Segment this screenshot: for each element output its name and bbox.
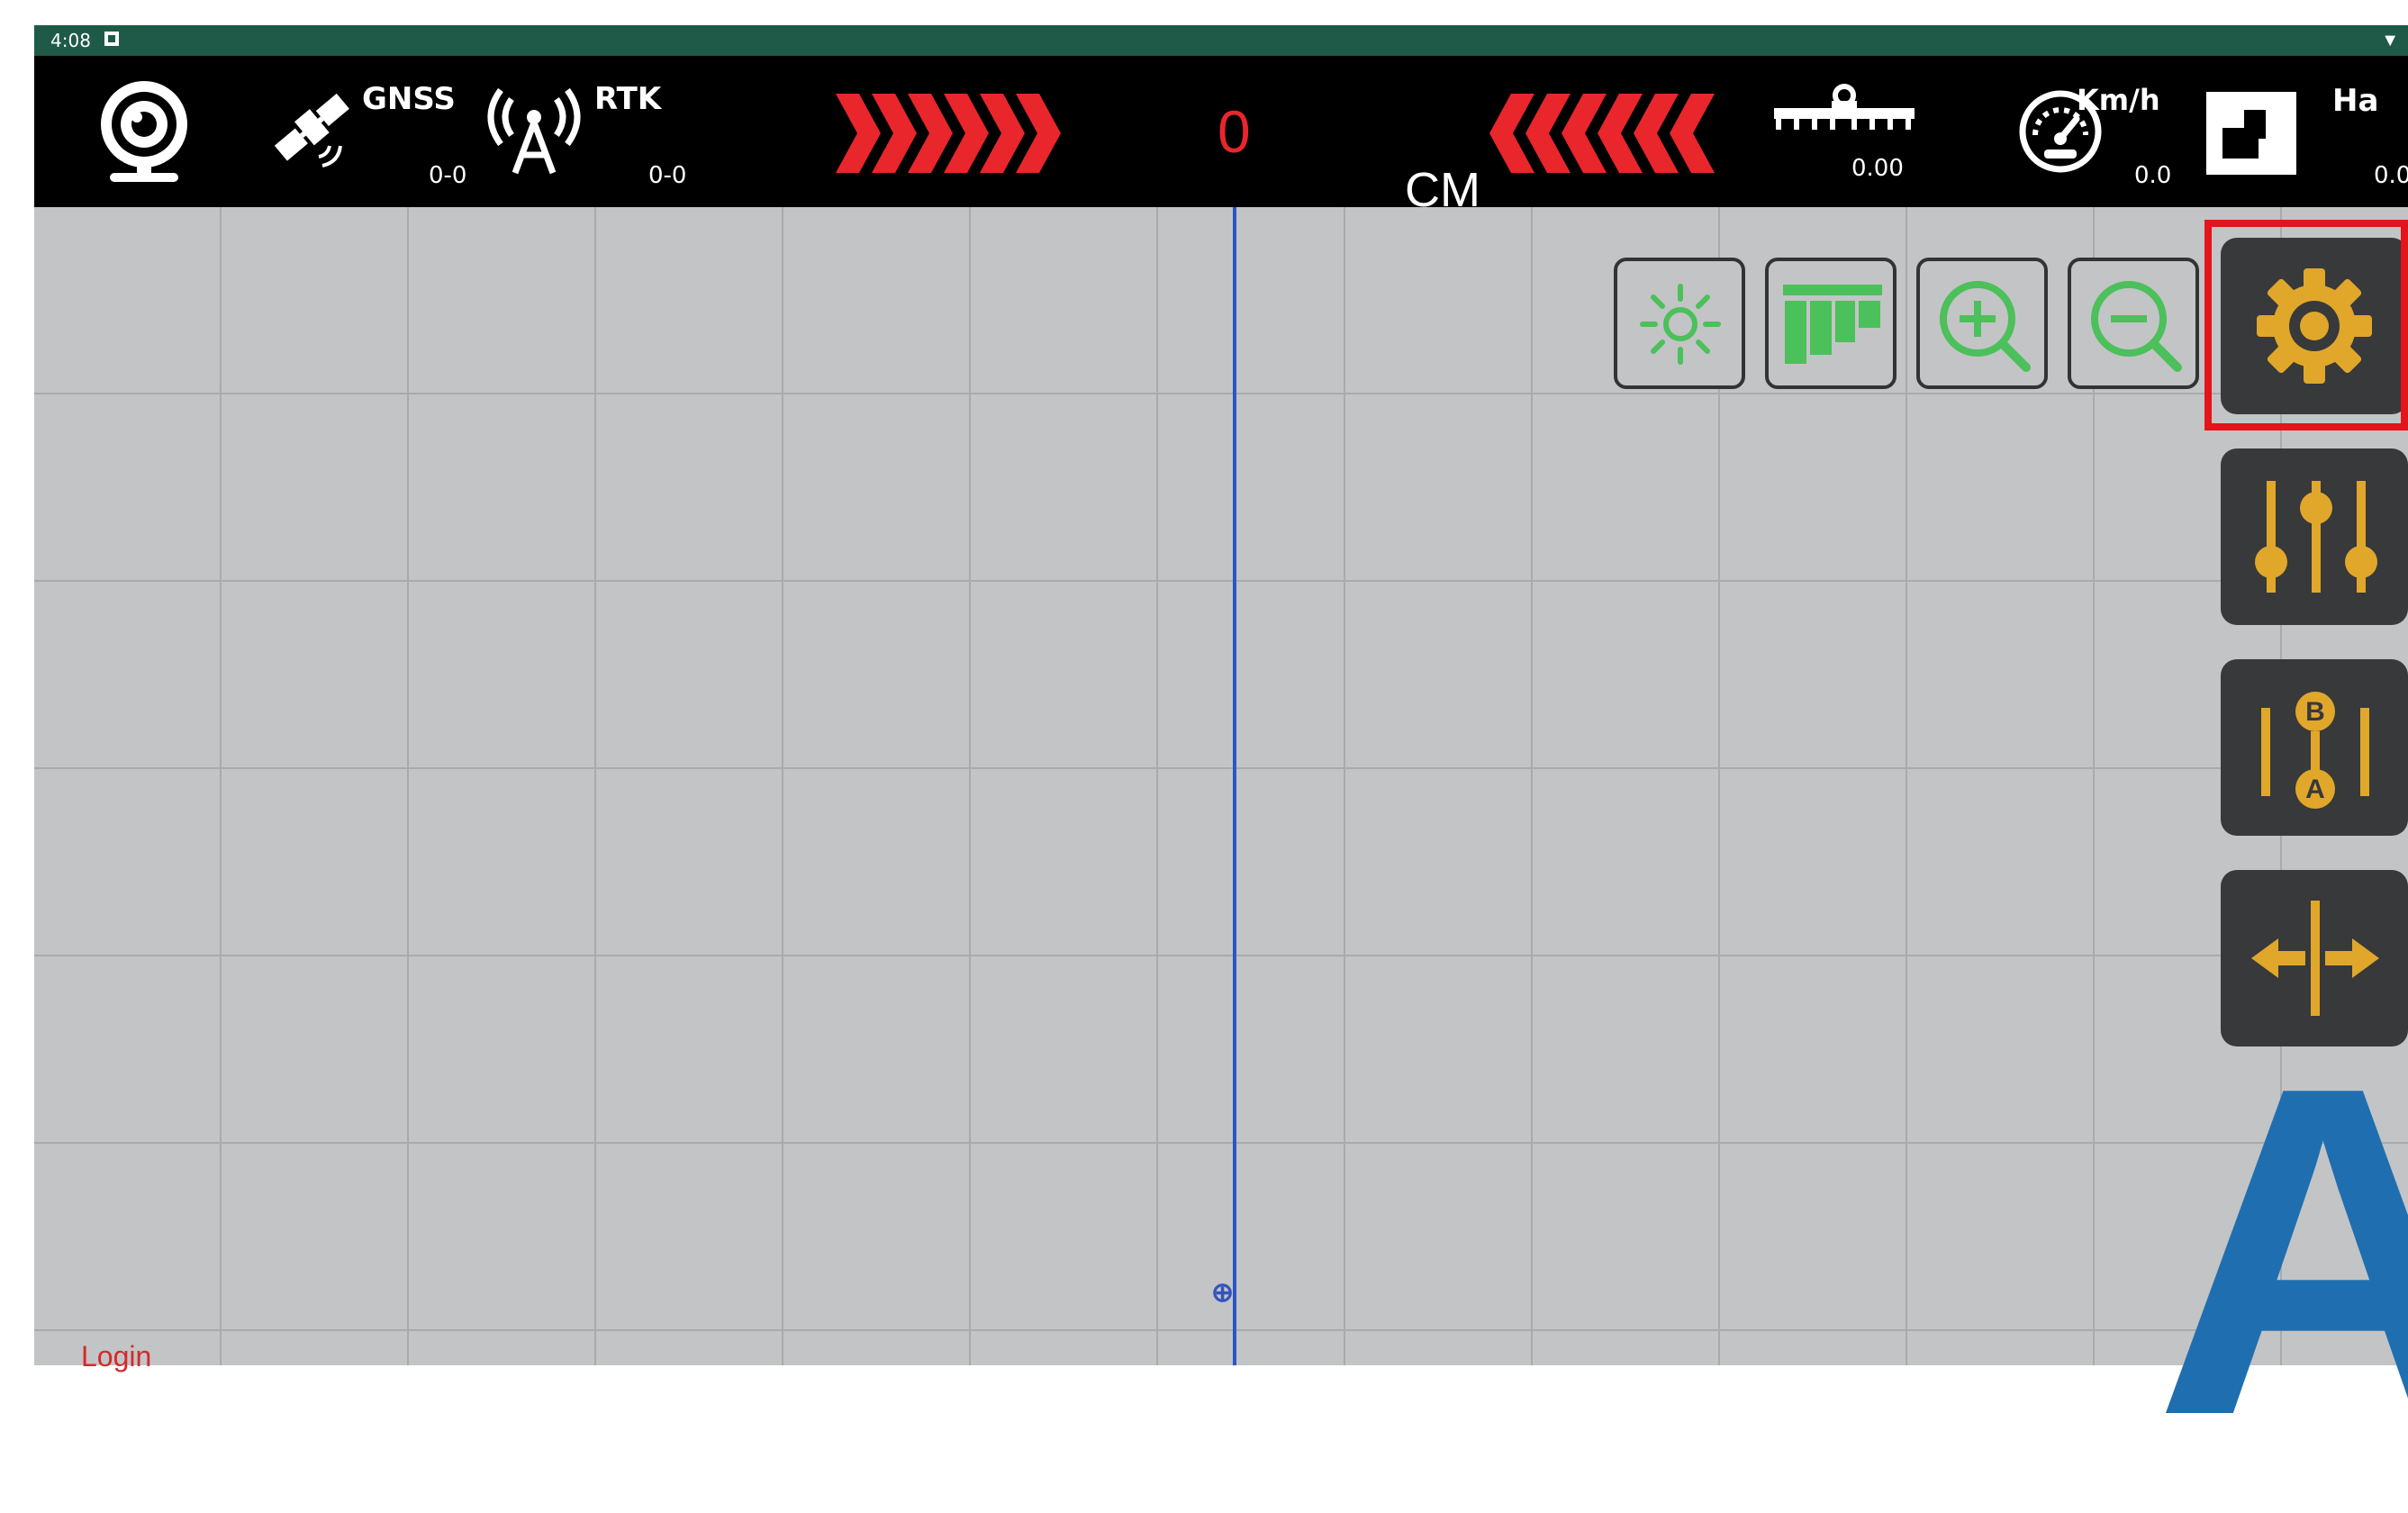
zoom-in-button[interactable] [1916,258,2048,389]
adjust-button[interactable] [2221,448,2408,625]
offset-value: 0 [1218,98,1251,165]
top-toolbar: GNSS 0-0 RTK 0-0 0 CM 0.00 Km/h 0.0 Ha 0… [34,56,2408,217]
implement-width-value: 0.00 [1851,155,1904,182]
implement-icon[interactable] [1772,83,1916,137]
speed-value: 0.0 [2134,162,2172,189]
speed-label: Km/h [2077,83,2160,117]
zoom-out-icon [2086,276,2185,375]
area-value: 0.0 [2374,162,2408,189]
sections-icon [1783,285,1882,366]
steer-right-indicator [836,88,1070,178]
sliders-icon [2253,476,2379,598]
ab-point-letter: A [2154,990,2408,1513]
gnss-label: GNSS [362,81,456,117]
rtk-value: 0-0 [648,162,687,189]
svg-text:A: A [2305,775,2325,804]
sections-button[interactable] [1765,258,1897,389]
notification-icon [104,32,119,46]
ab-line-button[interactable]: B A [2221,659,2408,836]
guidance-line [1233,207,1236,1365]
login-link[interactable]: Login [81,1340,151,1373]
wifi-icon: ▼ [2381,31,2399,50]
steer-left-indicator [1486,88,1720,178]
vehicle-marker: ⊕ [1211,1278,1235,1308]
status-time: 4:08 [50,30,91,51]
field-map[interactable] [34,207,2408,1365]
ab-line-icon: B A [2257,681,2374,816]
area-icon [2204,90,2298,177]
camera-icon[interactable] [90,77,198,186]
brightness-button[interactable] [1614,258,1745,389]
satellite-icon [263,83,362,173]
settings-highlight-frame [2204,220,2408,430]
zoom-out-button[interactable] [2068,258,2199,389]
brightness-icon [1635,279,1725,369]
antenna-icon [484,83,584,182]
area-label: Ha [2332,83,2379,119]
svg-text:B: B [2305,697,2325,727]
gnss-value: 0-0 [429,162,467,189]
zoom-in-icon [1934,276,2033,375]
rtk-label: RTK [594,81,662,117]
status-bar: 4:08 ▼ [34,25,2408,56]
